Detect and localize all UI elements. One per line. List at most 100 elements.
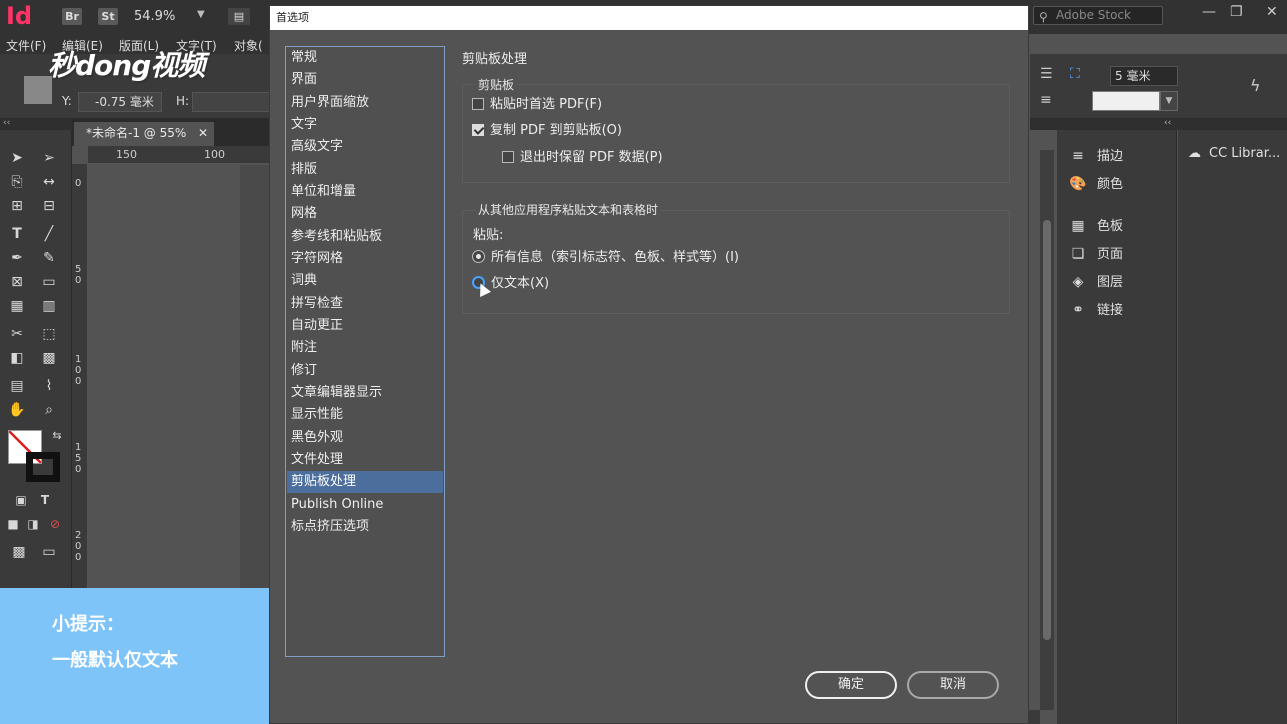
scrollbar-thumb[interactable] — [1043, 220, 1051, 640]
category-dictionary[interactable]: 词典 — [287, 270, 443, 292]
align-icon[interactable]: ☰ — [1040, 66, 1053, 82]
category-frame-grid[interactable]: 字符网格 — [287, 248, 443, 270]
category-appearance-of-black[interactable]: 黑色外观 — [287, 427, 443, 449]
cancel-button[interactable]: 取消 — [907, 671, 999, 699]
panel-layers[interactable]: ◈ 图层 — [1067, 270, 1177, 294]
panel-pages[interactable]: ❏ 页面 — [1067, 242, 1177, 266]
horizontal-ruler: 150 100 — [88, 146, 270, 164]
category-spelling[interactable]: 拼写检查 — [287, 293, 443, 315]
formatting-text-icon[interactable]: T — [34, 490, 56, 510]
category-general[interactable]: 常规 — [287, 47, 443, 69]
panel-stroke[interactable]: ≡ 描边 — [1067, 144, 1177, 168]
zoom-level[interactable]: 54.9% — [134, 9, 175, 24]
close-icon[interactable]: ✕ — [198, 122, 208, 144]
all-information-radio[interactable] — [472, 250, 485, 263]
retain-pdf-option[interactable]: 退出时保留 PDF 数据(P) — [502, 149, 663, 167]
screen-mode-icon[interactable]: ▭ — [38, 542, 60, 562]
page-edge — [240, 165, 270, 588]
swap-icon[interactable]: ⇆ — [46, 426, 68, 446]
category-clipboard-handling[interactable]: 剪贴板处理 — [287, 471, 443, 493]
frame-fit-icon[interactable]: ⛶ — [1070, 66, 1080, 82]
category-notes[interactable]: 附注 — [287, 337, 443, 359]
panel-color[interactable]: 🎨 颜色 — [1067, 172, 1177, 196]
cc-libraries-tab[interactable]: ☁ CC Librar... — [1188, 146, 1280, 161]
category-guides-pasteboard[interactable]: 参考线和粘贴板 — [287, 226, 443, 248]
apply-gradient-icon[interactable]: ◨ — [22, 514, 44, 534]
scissors-icon[interactable]: ✂ — [6, 324, 28, 344]
hand-tool-icon[interactable]: ✋ — [6, 400, 28, 420]
copy-pdf-checkbox[interactable] — [472, 123, 484, 136]
all-information-option[interactable]: 所有信息（索引标志符、色板、样式等）(I) — [472, 249, 739, 267]
normal-view-icon[interactable]: ▩ — [8, 542, 30, 562]
category-display-performance[interactable]: 显示性能 — [287, 404, 443, 426]
link-icon: ⚭ — [1072, 302, 1084, 318]
gradient-swatch-icon[interactable]: ◧ — [6, 348, 28, 368]
grid-tool-icon[interactable]: ▥ — [38, 296, 60, 316]
rectangle-frame-icon[interactable]: ⊠ — [6, 272, 28, 292]
formatting-container-icon[interactable]: ▣ — [10, 490, 32, 510]
apply-color-icon[interactable]: ■ — [2, 514, 24, 534]
screen-mode-icon[interactable]: ▤ — [228, 8, 250, 25]
rectangle-tool-icon[interactable]: ▭ — [38, 272, 60, 292]
page-tool-icon[interactable]: ⎘ — [6, 172, 28, 192]
category-advanced-type[interactable]: 高级文字 — [287, 136, 443, 158]
category-grids[interactable]: 网格 — [287, 203, 443, 225]
swatches-icon: ▦ — [1071, 218, 1085, 234]
collapse-icon[interactable]: ‹‹ — [0, 118, 72, 130]
content-collector-icon[interactable]: ⊞ — [6, 196, 28, 216]
stroke-weight-field[interactable]: 5 毫米 — [1110, 66, 1178, 86]
bridge-button[interactable]: Br — [62, 8, 82, 25]
pasteboard-scrollbar[interactable] — [1040, 150, 1054, 710]
minimize-icon[interactable]: — — [1202, 4, 1216, 20]
adobe-stock-search[interactable]: ⚲ Adobe Stock — [1033, 6, 1163, 25]
direct-selection-icon[interactable]: ➢ — [38, 148, 60, 168]
table-tool-icon[interactable]: ▦ — [6, 296, 28, 316]
stroke-type-swatch[interactable] — [1092, 91, 1160, 111]
apply-none-icon[interactable]: ⊘ — [44, 514, 66, 534]
category-ui-scaling[interactable]: 用户界面缩放 — [287, 92, 443, 114]
lightning-icon[interactable]: ϟ — [1250, 76, 1261, 95]
stroke-swatch[interactable] — [26, 452, 60, 482]
category-story-editor[interactable]: 文章编辑器显示 — [287, 382, 443, 404]
category-interface[interactable]: 界面 — [287, 69, 443, 91]
line-tool-icon[interactable]: ╱ — [38, 224, 60, 244]
category-type[interactable]: 文字 — [287, 114, 443, 136]
note-tool-icon[interactable]: ▤ — [6, 376, 28, 396]
category-publish-online[interactable]: Publish Online — [287, 494, 443, 516]
document-tab[interactable]: *未命名-1 @ 55% ✕ — [74, 122, 214, 146]
panel-swatches[interactable]: ▦ 色板 — [1067, 214, 1177, 238]
eyedropper-icon[interactable]: ⌇ — [38, 376, 60, 396]
category-composition[interactable]: 排版 — [287, 159, 443, 181]
prefer-pdf-checkbox[interactable] — [472, 97, 484, 110]
collapse-icon[interactable]: ‹‹ — [1164, 118, 1171, 128]
chevron-down-icon[interactable]: ▼ — [197, 9, 205, 20]
category-mojikumi[interactable]: 标点挤压选项 — [287, 516, 443, 538]
retain-pdf-checkbox[interactable] — [502, 150, 514, 163]
gradient-feather-icon[interactable]: ▩ — [38, 348, 60, 368]
category-units-increments[interactable]: 单位和增量 — [287, 181, 443, 203]
category-file-handling[interactable]: 文件处理 — [287, 449, 443, 471]
pen-tool-icon[interactable]: ✒ — [6, 248, 28, 268]
content-placer-icon[interactable]: ⊟ — [38, 196, 60, 216]
menu-file[interactable]: 文件(F) — [6, 37, 46, 54]
chevron-down-icon[interactable]: ▼ — [1160, 91, 1178, 111]
panel-links[interactable]: ⚭ 链接 — [1067, 298, 1177, 322]
ok-button[interactable]: 确定 — [805, 671, 897, 699]
prefer-pdf-option[interactable]: 粘贴时首选 PDF(F) — [472, 96, 602, 114]
copy-pdf-option[interactable]: 复制 PDF 到剪贴板(O) — [472, 122, 622, 140]
h-field[interactable] — [192, 92, 270, 112]
close-icon[interactable]: ✕ — [1266, 4, 1278, 20]
type-tool-icon[interactable]: T — [6, 224, 28, 244]
category-track-changes[interactable]: 修订 — [287, 360, 443, 382]
restore-icon[interactable]: ❐ — [1230, 4, 1243, 20]
gap-tool-icon[interactable]: ↔ — [38, 172, 60, 192]
menu-object[interactable]: 对象( — [234, 37, 263, 54]
zoom-tool-icon[interactable]: ⌕ — [38, 400, 60, 420]
distribute-icon[interactable]: ≡ — [1040, 92, 1052, 108]
category-autocorrect[interactable]: 自动更正 — [287, 315, 443, 337]
free-transform-icon[interactable]: ⬚ — [38, 324, 60, 344]
pencil-tool-icon[interactable]: ✎ — [38, 248, 60, 268]
stock-button[interactable]: St — [98, 8, 118, 25]
selection-tool-icon[interactable]: ➤ — [6, 148, 28, 168]
y-field[interactable]: -0.75 毫米 — [78, 92, 162, 112]
